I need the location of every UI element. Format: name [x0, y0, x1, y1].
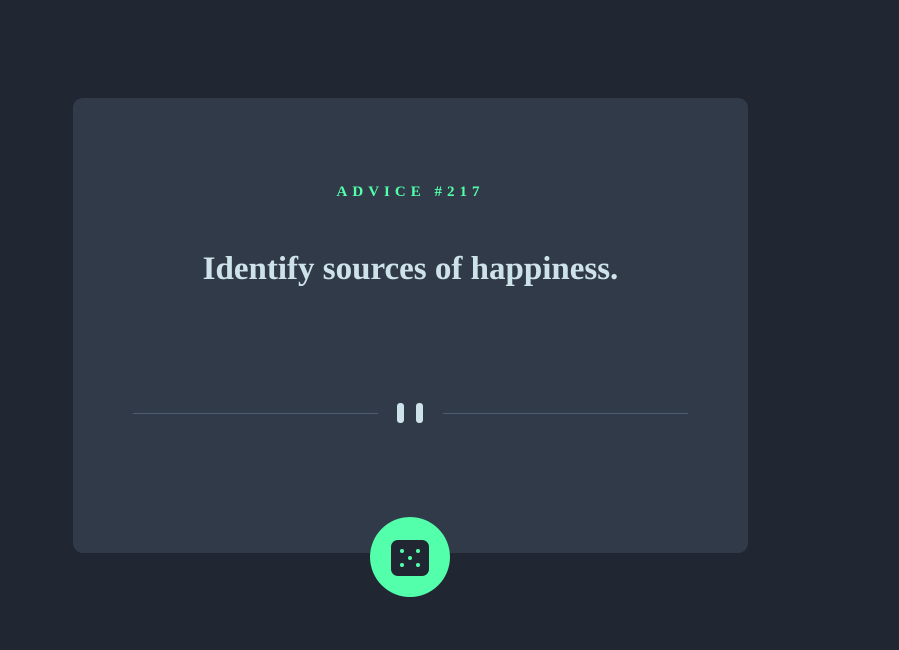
dice-pip	[400, 549, 404, 553]
pause-bar-right	[416, 403, 423, 423]
pause-icon	[397, 403, 423, 423]
dice-pip	[416, 549, 420, 553]
pause-bar-left	[397, 403, 404, 423]
new-advice-button[interactable]	[370, 517, 450, 597]
dice-pip	[416, 563, 420, 567]
dice-icon	[391, 540, 429, 576]
dice-pip	[408, 556, 412, 560]
divider-line-left	[133, 413, 378, 414]
advice-id-label: ADVICE #217	[336, 184, 485, 200]
advice-card: ADVICE #217 Identify sources of happines…	[73, 98, 748, 553]
dice-pip	[400, 563, 404, 567]
advice-quote: Identify sources of happiness.	[202, 251, 619, 287]
divider-line-right	[443, 413, 688, 414]
